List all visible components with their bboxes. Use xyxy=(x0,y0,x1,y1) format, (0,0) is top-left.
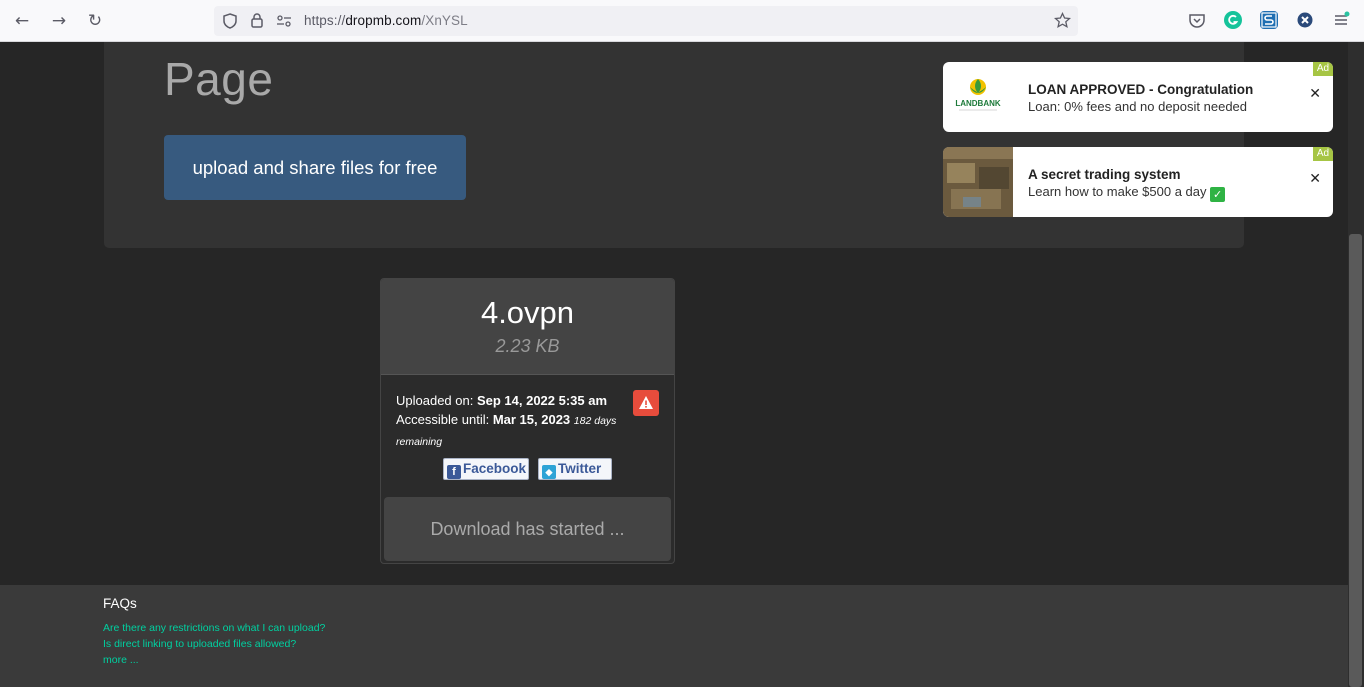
page-title: Page xyxy=(164,53,274,105)
ad-badge: Ad xyxy=(1313,147,1333,161)
permissions-icon[interactable] xyxy=(274,10,294,32)
ad-loan[interactable]: LANDBANK LOAN APPROVED - Congratulation … xyxy=(943,62,1333,132)
faq-link-direct-linking[interactable]: Is direct linking to uploaded files allo… xyxy=(103,638,296,650)
close-icon[interactable]: ✕ xyxy=(1309,171,1321,187)
svg-text:LANDBANK: LANDBANK xyxy=(955,99,1001,108)
ad-badge: Ad xyxy=(1313,62,1333,76)
forward-icon[interactable]: → xyxy=(47,9,71,33)
file-meta: Uploaded on: Sep 14, 2022 5:35 am Access… xyxy=(396,391,626,452)
file-card-header: 4.ovpn 2.23 KB xyxy=(381,279,674,375)
back-icon[interactable]: ← xyxy=(10,9,34,33)
twitter-share-button[interactable]: ◆ Twitter xyxy=(538,458,612,480)
ad-description: Loan: 0% fees and no deposit needed xyxy=(1028,99,1248,114)
ad-thumbnail-image xyxy=(943,147,1013,217)
close-icon[interactable]: ✕ xyxy=(1309,86,1321,102)
ad-description: Learn how to make $500 a day ✓ xyxy=(1028,184,1226,202)
download-status: Download has started ... xyxy=(384,497,671,561)
url-text[interactable]: https://dropmb.com/XnYSL xyxy=(304,13,468,28)
url-bar[interactable]: https://dropmb.com/XnYSL xyxy=(214,6,1078,36)
twitter-icon: ◆ xyxy=(542,465,556,479)
url-host: dropmb.com xyxy=(345,13,422,28)
ad-title: A secret trading system xyxy=(1028,167,1181,182)
menu-icon[interactable] xyxy=(1332,11,1350,29)
grammarly-icon[interactable] xyxy=(1224,11,1242,29)
file-card: 4.ovpn 2.23 KB Uploaded on: Sep 14, 2022… xyxy=(380,278,675,564)
url-scheme: https:// xyxy=(304,13,346,28)
file-name: 4.ovpn xyxy=(480,295,575,330)
facebook-share-button[interactable]: f Facebook xyxy=(443,458,529,480)
browser-toolbar: ← → ↻ https://dropmb.com/XnYSL xyxy=(0,0,1364,42)
url-path: /XnYSL xyxy=(421,13,468,28)
ad-trading[interactable]: A secret trading system Learn how to mak… xyxy=(943,147,1333,217)
file-size: 2.23 KB xyxy=(495,336,560,356)
extension-cross-icon[interactable] xyxy=(1296,11,1314,29)
lock-icon[interactable] xyxy=(247,10,267,32)
facebook-icon: f xyxy=(447,465,461,479)
upload-share-button[interactable]: upload and share files for free xyxy=(164,135,466,200)
extension-s-icon[interactable] xyxy=(1260,11,1278,29)
ad-title: LOAN APPROVED - Congratulation xyxy=(1028,82,1254,97)
star-icon[interactable] xyxy=(1052,10,1072,32)
reload-icon[interactable]: ↻ xyxy=(83,9,107,33)
shield-icon[interactable] xyxy=(220,10,240,32)
scrollbar-thumb[interactable] xyxy=(1349,234,1362,687)
check-icon: ✓ xyxy=(1210,187,1226,202)
footer: FAQs Are there any restrictions on what … xyxy=(0,585,1348,687)
report-warning-icon[interactable] xyxy=(633,390,659,416)
uploaded-on: Uploaded on: Sep 14, 2022 5:35 am xyxy=(396,393,608,408)
faq-title: FAQs xyxy=(103,596,137,611)
pocket-icon[interactable] xyxy=(1188,11,1206,29)
faq-link-more[interactable]: more ... xyxy=(103,654,139,666)
accessible-until: Accessible until: Mar 15, 2023 182 days … xyxy=(396,412,617,448)
faq-link-restrictions[interactable]: Are there any restrictions on what I can… xyxy=(103,622,325,634)
landbank-logo: LANDBANK xyxy=(943,62,1013,132)
